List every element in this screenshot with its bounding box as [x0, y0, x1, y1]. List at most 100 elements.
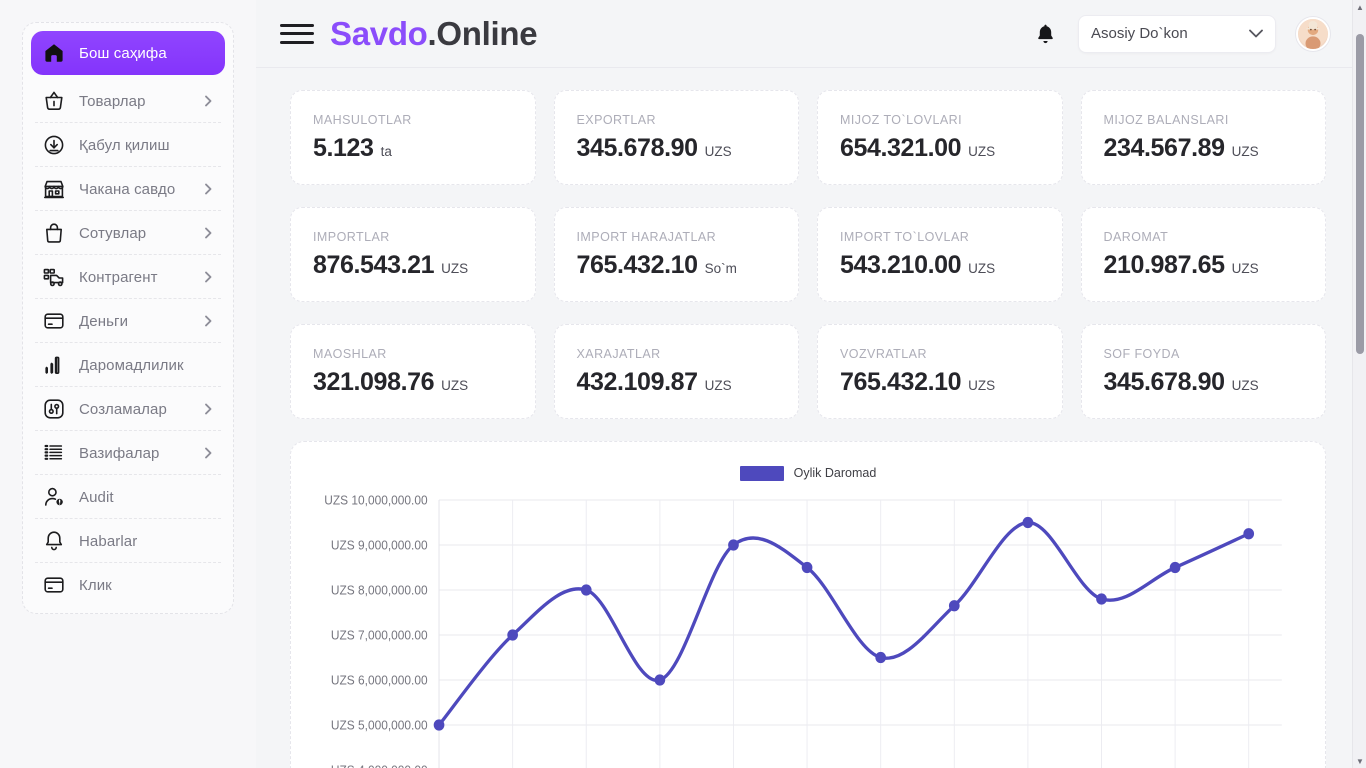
sidebar-item-6[interactable]: Деньги [31, 298, 225, 343]
stat-card[interactable]: IMPORT HARAJATLAR 765.432.10 So`m [553, 207, 799, 302]
stat-card-unit: ta [380, 143, 392, 159]
top-bar: Savdo.Online Asosiy Do`kon [256, 0, 1366, 68]
main-area: Savdo.Online Asosiy Do`kon MAHSULOTLAR 5… [256, 0, 1366, 768]
stat-cards-grid: MAHSULOTLAR 5.123 ta EXPORTLAR 345.678.90 UZS… [290, 90, 1326, 419]
stat-card-label: MIJOZ TO`LOVLARI [840, 112, 963, 127]
chart-data-point[interactable]: 7000000 [507, 629, 518, 641]
stat-card[interactable]: XARAJATLAR 432.109.87 UZS [553, 324, 799, 419]
chart-data-point[interactable]: 9500000 [1022, 516, 1034, 529]
chart-plot-area[interactable]: UZS 10,000,000.00 UZS 9,000,000.00 UZS 8,0… [317, 490, 1299, 768]
chart-legend: Oylik Daromad [317, 460, 1299, 486]
chevron-right-icon[interactable] [201, 314, 215, 328]
store-select-value: Asosiy Do`kon [1091, 25, 1188, 42]
chart-data-point[interactable]: 6000000 [654, 674, 666, 686]
chevron-right-icon[interactable] [201, 402, 215, 416]
sidebar-item-label: Клик [79, 576, 112, 594]
chart-data-point[interactable]: 9250000 [1243, 528, 1255, 540]
chart-data-point[interactable]: 8500000 [801, 561, 813, 574]
chevron-right-icon[interactable] [201, 446, 215, 460]
stat-card[interactable]: MIJOZ BALANSLARI 234.567.89 UZS [1080, 90, 1326, 185]
stat-card[interactable]: MAOSHLAR 321.098.76 UZS [290, 324, 536, 419]
top-bar-actions: Asosiy Do`kon [1032, 14, 1330, 53]
dashboard-content: MAHSULOTLAR 5.123 ta EXPORTLAR 345.678.90 UZS… [256, 68, 1366, 768]
stat-card-unit: UZS [968, 260, 996, 276]
sidebar-item-12[interactable]: Клик [31, 562, 225, 607]
sidebar-item-10[interactable]: Audit [31, 474, 225, 519]
sidebar-item-label: Товарлар [79, 92, 146, 110]
stat-card-value-row: 876.543.21 UZS [313, 251, 513, 280]
chart-data-point[interactable]: 6500000 [875, 651, 887, 664]
chart-data-point[interactable]: 5000000 [433, 719, 445, 731]
stat-card-label: IMPORT HARAJATLAR [576, 229, 717, 244]
y-axis-tick-label: UZS 9,000,000.00 [331, 538, 428, 552]
sidebar-item-label: Вазифалар [79, 444, 160, 462]
y-axis-tick-label: UZS 4,000,000.00 [331, 763, 428, 768]
sidebar-item-label: Сотувлар [79, 224, 147, 242]
sidebar-item-4[interactable]: Сотувлар [31, 210, 225, 255]
sidebar: Бош саҳифа Товарлар Қабул қилиш Чакана савд… [0, 0, 256, 768]
chart-data-point[interactable]: 9000000 [728, 539, 739, 551]
stat-card-label: XARAJATLAR [576, 346, 661, 361]
sidebar-item-5[interactable]: Контрагент [31, 254, 225, 299]
stat-card[interactable]: IMPORTLAR 876.543.21 UZS [290, 207, 536, 302]
stat-card-value: 5.123 [313, 133, 374, 162]
chevron-right-icon[interactable] [201, 182, 215, 196]
avatar[interactable] [1296, 16, 1330, 51]
sidebar-item-label: Контрагент [79, 268, 158, 286]
stat-card-unit: UZS [441, 377, 469, 393]
chart-data-point[interactable]: 8500000 [1169, 561, 1181, 574]
chevron-right-icon[interactable] [201, 226, 215, 240]
stat-card-unit: So`m [704, 260, 737, 276]
sidebar-item-label: Чакана савдо [79, 180, 176, 198]
sidebar-item-7[interactable]: Даромадлилик [31, 342, 225, 387]
sidebar-item-label: Даромадлилик [79, 356, 184, 374]
sidebar-item-label: Habarlar [79, 532, 138, 550]
bell-icon[interactable] [1032, 20, 1058, 48]
chevron-right-icon[interactable] [201, 94, 215, 108]
sidebar-item-8[interactable]: Созламалар [31, 386, 225, 431]
stat-card-unit: UZS [1231, 377, 1259, 393]
app-logo[interactable]: Savdo.Online [330, 15, 538, 53]
stat-card-value-row: 345.678.90 UZS [577, 134, 777, 163]
stat-card-value: 234.567.89 [1103, 133, 1226, 162]
chevron-right-icon[interactable] [201, 270, 215, 284]
stat-card[interactable]: SOF FOYDA 345.678.90 UZS [1080, 324, 1326, 419]
stat-card[interactable]: EXPORTLAR 345.678.90 UZS [553, 90, 799, 185]
basket-icon [41, 88, 67, 114]
scroll-down-arrow[interactable]: ▼ [1353, 754, 1366, 768]
stat-card-label: DAROMAT [1103, 229, 1169, 244]
chart-line-series [437, 520, 1251, 727]
scroll-up-arrow[interactable]: ▲ [1353, 0, 1366, 14]
scrollbar-thumb[interactable] [1356, 34, 1364, 354]
bell-icon [41, 528, 67, 554]
stat-card-value: 765.432.10 [576, 250, 699, 279]
tasks-icon [41, 440, 67, 466]
store-select[interactable]: Asosiy Do`kon [1078, 14, 1276, 53]
sidebar-item-1[interactable]: Товарлар [31, 79, 225, 123]
stat-card-value: 765.432.10 [840, 367, 962, 396]
chart-data-point[interactable]: 7650000 [948, 600, 960, 612]
stat-card-label: MAOSHLAR [313, 346, 387, 361]
sidebar-item-11[interactable]: Habarlar [31, 518, 225, 563]
chart-data-point[interactable]: 8000000 [580, 584, 592, 596]
stat-card[interactable]: DAROMAT 210.987.65 UZS [1080, 207, 1326, 302]
sidebar-item-label: Бош саҳифа [79, 44, 167, 62]
sidebar-item-9[interactable]: Вазифалар [31, 430, 225, 475]
chart-data-point[interactable]: 7800000 [1096, 593, 1107, 605]
hamburger-icon[interactable] [280, 21, 314, 47]
stat-card[interactable]: VOZVRATLAR 765.432.10 UZS [817, 324, 1063, 419]
settings-icon [41, 396, 67, 422]
stat-card[interactable]: IMPORT TO`LOVLAR 543.210.00 UZS [817, 207, 1063, 302]
sidebar-item-3[interactable]: Чакана савдо [31, 166, 225, 211]
y-axis-tick-label: UZS 10,000,000.00 [324, 493, 427, 507]
sidebar-item-label: Созламалар [79, 400, 167, 418]
stat-card[interactable]: MIJOZ TO`LOVLARI 654.321.00 UZS [817, 90, 1063, 185]
stat-card-unit: UZS [704, 377, 732, 393]
stat-card-value: 654.321.00 [840, 133, 962, 162]
stat-card-value-row: 210.987.65 UZS [1104, 251, 1304, 280]
sidebar-item-2[interactable]: Қабул қилиш [31, 122, 225, 167]
legend-label: Oylik Daromad [793, 466, 877, 480]
stat-card[interactable]: MAHSULOTLAR 5.123 ta [290, 90, 536, 185]
sidebar-item-0[interactable]: Бош саҳифа [31, 31, 225, 75]
page-scrollbar[interactable]: ▲ ▼ [1352, 0, 1366, 768]
